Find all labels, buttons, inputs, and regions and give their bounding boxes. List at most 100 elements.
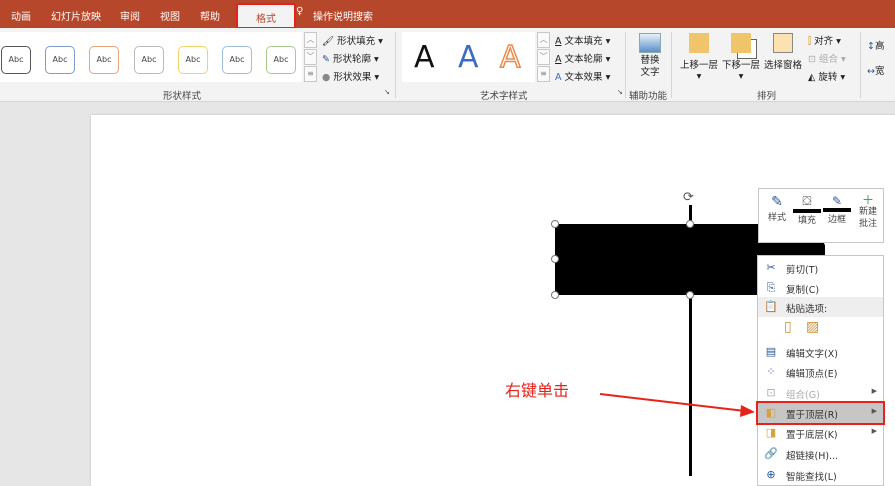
menu-item-hyperlink[interactable]: 🔗 超链接(H)... [758, 444, 883, 464]
group-icon: ⊡ [766, 386, 776, 399]
effects-icon: ● [322, 72, 331, 83]
shape-effects-button[interactable]: ● 形状效果 ▾ [322, 69, 379, 83]
new-comment-icon: ＋ [861, 193, 874, 207]
group-label-accessibility: 辅助功能 [629, 91, 668, 102]
resize-handle[interactable] [686, 220, 694, 228]
paint-bucket-icon: ⛋ [793, 194, 821, 213]
group-label-wordart-styles: 艺术字样式 [480, 91, 528, 102]
mini-toolbar: ✎ 样式 ⛋ 填充 ✎ 边框 ＋新建批注 [758, 188, 884, 243]
shape-fill-button[interactable]: 🖌 形状填充 ▾ [322, 33, 383, 47]
text-effects-button[interactable]: A 文本效果 ▾ [555, 69, 610, 83]
text-outline-icon: A [555, 54, 562, 65]
selection-pane-button[interactable]: 选择窗格 [764, 33, 802, 71]
divider [671, 32, 672, 98]
mini-fill-button[interactable]: ⛋ 填充 [793, 194, 821, 226]
shape-style-gallery: Abc Abc Abc Abc Abc Abc Abc [0, 32, 302, 82]
text-outline-button[interactable]: A 文本轮廓 ▾ [555, 51, 610, 65]
text-fill-button[interactable]: A 文本填充 ▾ [555, 33, 610, 47]
clipboard-icon: 📋 [764, 300, 778, 313]
smart-lookup-icon: ⊕ [766, 468, 776, 481]
rotate-icon: ◭ [808, 72, 816, 83]
menu-item-edit-points[interactable]: ⁘ 编辑顶点(E) [758, 362, 883, 382]
shape-style-option[interactable]: Abc [266, 46, 296, 74]
paste-picture-icon[interactable]: ▨ [806, 319, 819, 335]
shape-outline-button[interactable]: ✎ 形状轮廓 ▾ [322, 51, 379, 65]
tab-format[interactable]: 格式 [236, 3, 296, 29]
selection-pane-icon [773, 33, 793, 53]
divider [625, 32, 626, 98]
bring-to-front-icon: ◧ [765, 406, 777, 419]
mini-style-button[interactable]: ✎ 样式 [763, 194, 791, 223]
shape-style-option[interactable]: Abc [1, 46, 31, 74]
group-label-arrange: 排列 [757, 91, 777, 102]
tab-animations[interactable]: 动画 [11, 8, 31, 23]
shape-style-option[interactable]: Abc [89, 46, 119, 74]
submenu-arrow-icon: ▶ [871, 387, 877, 395]
annotation-label: 右键单击 [505, 381, 570, 400]
send-backward-button[interactable]: 下移一层 ▾ [722, 33, 760, 82]
shape-style-option[interactable]: Abc [222, 46, 252, 74]
menu-item-copy[interactable]: ⎘ 复制(C) [758, 278, 883, 298]
menu-paste-options-header: 📋 粘贴选项: [758, 297, 883, 317]
tab-review[interactable]: 审阅 [120, 8, 140, 23]
tab-view[interactable]: 视图 [160, 8, 180, 23]
rotate-button[interactable]: ◭ 旋转 ▾ [808, 69, 845, 83]
shape-style-option[interactable]: Abc [134, 46, 164, 74]
style-icon: ✎ [771, 194, 783, 210]
tab-help[interactable]: 帮助 [200, 8, 220, 23]
menu-item-bring-to-front[interactable]: ◧ 置于顶层(R) ▶ [756, 401, 885, 425]
align-button[interactable]: ⫿ 对齐 ▾ [808, 33, 841, 47]
dialog-launcher-icon[interactable]: ↘ [617, 88, 623, 96]
link-icon: 🔗 [764, 447, 778, 460]
wordart-option[interactable]: A [414, 40, 435, 75]
gallery-scroll-up[interactable]: ︿ [304, 32, 317, 48]
wordart-option[interactable]: A [499, 39, 521, 76]
group-label-shape-styles: 形状样式 [163, 91, 202, 102]
image-icon [639, 33, 661, 53]
rotate-handle-icon[interactable]: ⟳ [683, 190, 694, 205]
divider [395, 32, 396, 98]
menu-item-smart-lookup[interactable]: ⊕ 智能查找(L) [758, 465, 883, 485]
ribbon-tabs: 动画 幻灯片放映 审阅 视图 帮助 格式 ♀ 操作说明搜索 [0, 0, 895, 29]
ribbon: Abc Abc Abc Abc Abc Abc Abc ︿ ﹀ ≡ 🖌 形状填充… [0, 28, 895, 102]
resize-handle[interactable] [551, 291, 559, 299]
menu-item-group[interactable]: ⊡ 组合(G) ▶ [758, 383, 883, 403]
gallery-scroll-down[interactable]: ﹀ [304, 49, 317, 65]
wordart-option[interactable]: A [458, 40, 479, 75]
height-field[interactable]: ↕高 [867, 38, 884, 52]
group-button[interactable]: ⊡ 组合 ▾ [808, 51, 846, 65]
tell-me-search[interactable]: 操作说明搜索 [313, 8, 373, 23]
new-comment-button[interactable]: ＋新建批注 [854, 194, 882, 230]
gallery-scroll-down[interactable]: ﹀ [537, 49, 550, 65]
gallery-scroll-up[interactable]: ︿ [537, 32, 550, 48]
pencil-icon: ✎ [322, 54, 330, 65]
paste-keep-formatting-icon[interactable]: ▯ [784, 319, 792, 335]
group-icon: ⊡ [808, 54, 816, 65]
scissors-icon: ✂ [766, 261, 776, 274]
menu-item-cut[interactable]: ✂ 剪切(T) [758, 258, 883, 278]
dialog-launcher-icon[interactable]: ↘ [384, 88, 390, 96]
height-icon: ↕ [867, 41, 875, 52]
resize-handle[interactable] [686, 291, 694, 299]
menu-item-edit-text[interactable]: ▤ 编辑文字(X) [758, 342, 883, 362]
gallery-expand[interactable]: ≡ [537, 66, 550, 82]
resize-handle[interactable] [551, 220, 559, 228]
alt-text-button[interactable]: 替换文字 [636, 33, 664, 79]
gallery-expand[interactable]: ≡ [304, 66, 317, 82]
submenu-arrow-icon: ▶ [871, 427, 877, 435]
shape-style-option[interactable]: Abc [178, 46, 208, 74]
divider [860, 32, 861, 98]
lightbulb-icon: ♀ [296, 6, 304, 17]
mini-outline-button[interactable]: ✎ 边框 [823, 194, 851, 225]
tab-slideshow[interactable]: 幻灯片放映 [51, 8, 101, 23]
resize-handle[interactable] [551, 255, 559, 263]
edit-text-icon: ▤ [765, 345, 777, 358]
annotation-arrow-icon [599, 393, 755, 417]
paint-bucket-icon: 🖌 [322, 36, 335, 47]
bring-forward-button[interactable]: 上移一层 ▾ [680, 33, 718, 82]
width-field[interactable]: ↔宽 [867, 63, 884, 77]
shape-style-option[interactable]: Abc [45, 46, 75, 74]
copy-icon: ⎘ [766, 281, 776, 294]
menu-item-send-to-back[interactable]: ◨ 置于底层(K) ▶ [758, 423, 883, 443]
bring-forward-icon [689, 33, 709, 53]
